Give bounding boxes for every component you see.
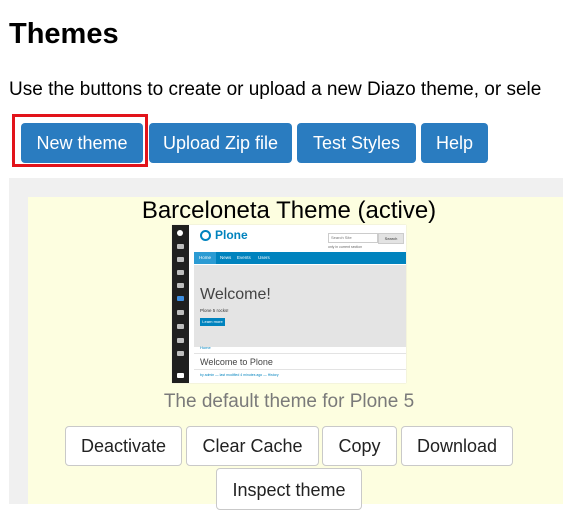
preview-divider [194,369,406,370]
preview-toolbar [172,225,189,383]
edit-icon [177,257,184,262]
add-icon [177,283,184,288]
preview-breadcrumb: Home [200,345,211,350]
preview-nav-item: Home [194,252,216,264]
upload-zip-button[interactable]: Upload Zip file [149,123,292,163]
preview-logo: Plone [215,228,248,242]
plone-logo-icon [200,230,211,241]
preview-hero-button: Learn more [200,318,225,326]
theme-preview-image: Plone Search Site Search only in current… [172,225,406,383]
clear-cache-button[interactable]: Clear Cache [186,426,319,466]
preview-search-input: Search Site [328,233,378,243]
preview-hero [194,265,406,347]
download-button[interactable]: Download [401,426,513,466]
state-icon [177,296,184,301]
folder-icon [177,244,184,249]
test-styles-button[interactable]: Test Styles [297,123,416,163]
preview-nav: Home News Events Users [194,252,406,264]
calendar-icon [177,324,184,329]
history-icon [177,338,184,343]
preview-search-option: only in current section [328,245,363,249]
view-icon [177,270,184,275]
sharing-icon [177,351,184,356]
preview-hero-subtitle: Plone 5 rocks! [200,308,229,313]
theme-title: Barceloneta Theme (active) [141,197,437,224]
preview-search-button: Search [378,233,404,244]
display-icon [177,310,184,315]
deactivate-button[interactable]: Deactivate [65,426,182,466]
user-icon [177,373,184,378]
intro-text: Use the buttons to create or upload a ne… [9,79,542,100]
theme-description: The default theme for Plone 5 [163,391,415,412]
plone-toolbar-icon [177,230,183,236]
preview-content-title: Welcome to Plone [200,357,273,367]
page-title: Themes [9,18,119,50]
help-button[interactable]: Help [421,123,488,163]
preview-nav-item: Events [237,255,251,260]
preview-nav-item: News [220,255,232,260]
copy-button[interactable]: Copy [322,426,397,466]
new-theme-highlight [12,114,148,167]
preview-hero-title: Welcome! [200,286,271,303]
preview-nav-item: Users [258,255,270,260]
preview-byline: by admin — last modified 4 minutes ago —… [200,373,279,377]
preview-divider [194,353,406,354]
